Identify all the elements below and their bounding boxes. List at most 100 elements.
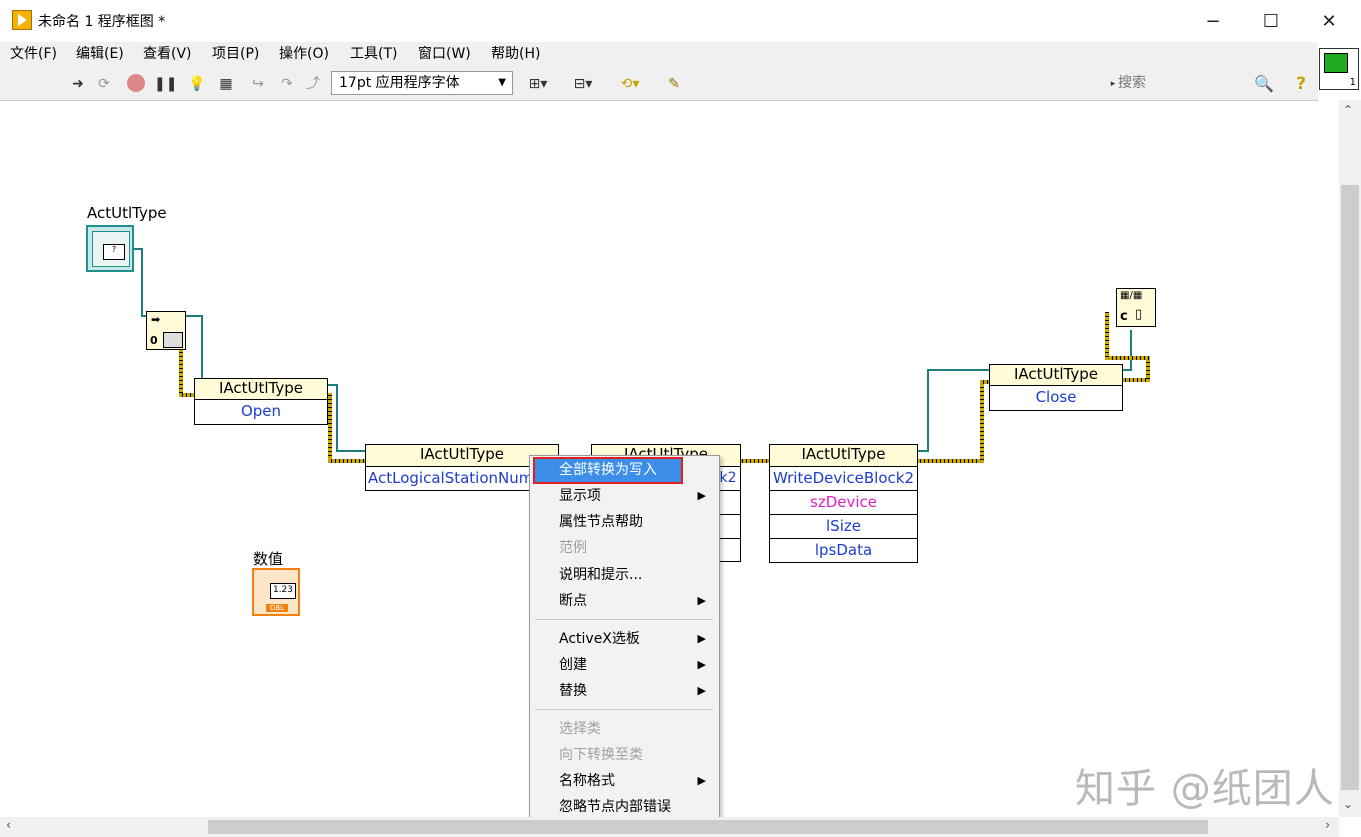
invoke-node-open-header[interactable]: IActUtlType: [194, 378, 328, 400]
run-continuous-icon[interactable]: ⟳: [95, 75, 113, 93]
actutltype-label: ActUtlType: [87, 204, 167, 222]
retain-wire-values-icon[interactable]: ▦: [217, 75, 235, 93]
property-node-class: IActUtlType: [419, 445, 505, 463]
abort-icon[interactable]: [127, 74, 145, 92]
wire[interactable]: [917, 459, 983, 463]
property-logical-station-number[interactable]: ActLogicalStationNumb: [365, 467, 543, 491]
close-ref-label: c: [1120, 309, 1128, 324]
menu-project[interactable]: 项目(P): [212, 43, 259, 63]
ctx-item-replace[interactable]: 替换 ▶: [530, 678, 718, 704]
invoke-method-open[interactable]: Open: [194, 400, 328, 425]
menu-view[interactable]: 查看(V): [143, 43, 192, 63]
invoke-node-class: IActUtlType: [218, 379, 304, 397]
context-help-icon[interactable]: ?: [1292, 75, 1310, 93]
step-into-icon[interactable]: ↪: [249, 75, 267, 93]
step-over-icon[interactable]: ↷: [278, 75, 296, 93]
ctx-item-convert-all-to-write[interactable]: 全部转换为写入: [533, 457, 683, 484]
wire[interactable]: [336, 450, 366, 452]
wire[interactable]: [927, 369, 929, 452]
horizontal-scroll-thumb[interactable]: [208, 820, 1208, 834]
ctx-item-name-format[interactable]: 名称格式 ▶: [530, 768, 718, 794]
wire[interactable]: [336, 384, 338, 452]
ctx-item-select-class: 选择类: [559, 721, 601, 737]
pause-icon[interactable]: ❚❚: [154, 75, 177, 93]
align-objects-icon[interactable]: ⊞▾: [523, 75, 553, 93]
wire[interactable]: [201, 315, 203, 385]
submenu-arrow-icon: ▶: [697, 774, 706, 787]
menu-window[interactable]: 窗口(W): [418, 43, 471, 63]
ctx-item-downcast-to-class: 向下转换至类: [559, 747, 643, 763]
numeric-control-terminal[interactable]: 1.23 DBL: [252, 568, 300, 616]
submenu-arrow-icon: ▶: [697, 658, 706, 671]
distribute-objects-icon[interactable]: ⊟▾: [568, 75, 598, 93]
run-arrow-icon[interactable]: ➜: [69, 75, 87, 93]
close-reference-node[interactable]: ▦/▦ c ▯: [1116, 288, 1156, 327]
param-lpsdata[interactable]: lpsData: [769, 539, 918, 563]
scroll-left-icon[interactable]: ‹: [6, 818, 11, 833]
zero-constant: 0: [150, 334, 158, 347]
menu-tools[interactable]: 工具(T): [350, 43, 397, 63]
menu-help[interactable]: 帮助(H): [491, 43, 540, 63]
ctx-item-property-node-help[interactable]: 属性节点帮助: [530, 509, 718, 535]
step-out-icon[interactable]: ⤴: [304, 75, 322, 93]
wire[interactable]: [1105, 312, 1109, 360]
close-button[interactable]: ✕: [1300, 0, 1358, 42]
minimize-button[interactable]: −: [1184, 0, 1242, 42]
title-bar: [0, 0, 1361, 42]
invoke-node-write-header[interactable]: IActUtlType: [769, 444, 918, 467]
ctx-item-create[interactable]: 创建 ▶: [530, 652, 718, 678]
invoke-method-write-device-block2[interactable]: WriteDeviceBlock2: [769, 467, 918, 491]
submenu-arrow-icon: ▶: [697, 594, 706, 607]
wire[interactable]: [328, 459, 366, 463]
ctx-item-description-tips[interactable]: 说明和提示...: [530, 562, 718, 588]
ctx-separator: [535, 709, 713, 710]
ctx-item-breakpoint[interactable]: 断点 ▶: [530, 588, 718, 614]
wire[interactable]: [141, 248, 143, 316]
activex-refnum-terminal[interactable]: ?: [86, 225, 134, 272]
cleanup-diagram-icon[interactable]: ✎: [662, 75, 686, 93]
submenu-arrow-icon: ▶: [697, 632, 706, 645]
automation-open-node[interactable]: ➡ 0: [146, 311, 186, 350]
numeric-type: DBL: [266, 604, 288, 612]
vi-icon: 1: [1319, 48, 1359, 90]
ctx-item-activex-palette[interactable]: ActiveX选板 ▶: [530, 626, 718, 652]
reorder-icon[interactable]: ⟲▾: [614, 75, 646, 93]
chevron-down-icon: ▼: [498, 77, 506, 88]
scroll-right-icon[interactable]: ›: [1325, 818, 1330, 833]
font-select[interactable]: 17pt 应用程序字体 ▼: [331, 71, 513, 95]
ctx-item-show-items[interactable]: 显示项 ▶: [530, 483, 718, 509]
highlight-execution-icon[interactable]: 💡: [188, 75, 206, 93]
menu-edit[interactable]: 编辑(E): [76, 43, 124, 63]
invoke-node-class: IActUtlType: [801, 445, 886, 463]
ctx-item-label: 断点: [559, 593, 587, 609]
menu-file[interactable]: 文件(F): [10, 43, 57, 63]
submenu-arrow-icon: ▶: [697, 684, 706, 697]
wire[interactable]: [328, 393, 332, 463]
search-icon[interactable]: 🔍: [1254, 75, 1274, 93]
wire[interactable]: [739, 459, 770, 463]
invoke-method-close[interactable]: Close: [989, 386, 1123, 411]
maximize-button[interactable]: ☐: [1242, 0, 1300, 42]
ctx-item-label: ActiveX选板: [559, 631, 640, 647]
menu-operate[interactable]: 操作(O): [279, 43, 329, 63]
wire[interactable]: [179, 346, 183, 396]
scroll-up-icon[interactable]: ⌃: [1343, 103, 1353, 117]
ctx-item-label: 名称格式: [559, 773, 615, 789]
wire[interactable]: [1105, 356, 1150, 360]
menu-bar: [0, 42, 1318, 66]
font-select-value: 17pt 应用程序字体: [339, 75, 460, 91]
invoke-node-close-header[interactable]: IActUtlType: [989, 364, 1123, 386]
wire[interactable]: [980, 380, 984, 463]
scroll-down-icon[interactable]: ⌄: [1343, 797, 1353, 811]
wire[interactable]: [179, 393, 195, 397]
param-lsize[interactable]: lSize: [769, 515, 918, 539]
watermark: 知乎 @纸团人: [1075, 766, 1335, 812]
wire[interactable]: [1130, 330, 1132, 371]
arrow-right-icon: ➡: [151, 313, 161, 326]
ctx-item-label: 替换: [559, 683, 587, 699]
document-icon: ▯: [1135, 307, 1143, 322]
window-title: 未命名 1 程序框图 *: [38, 14, 166, 30]
wire[interactable]: [927, 369, 990, 371]
vertical-scroll-thumb[interactable]: [1341, 185, 1359, 790]
param-szdevice[interactable]: szDevice: [769, 491, 918, 515]
